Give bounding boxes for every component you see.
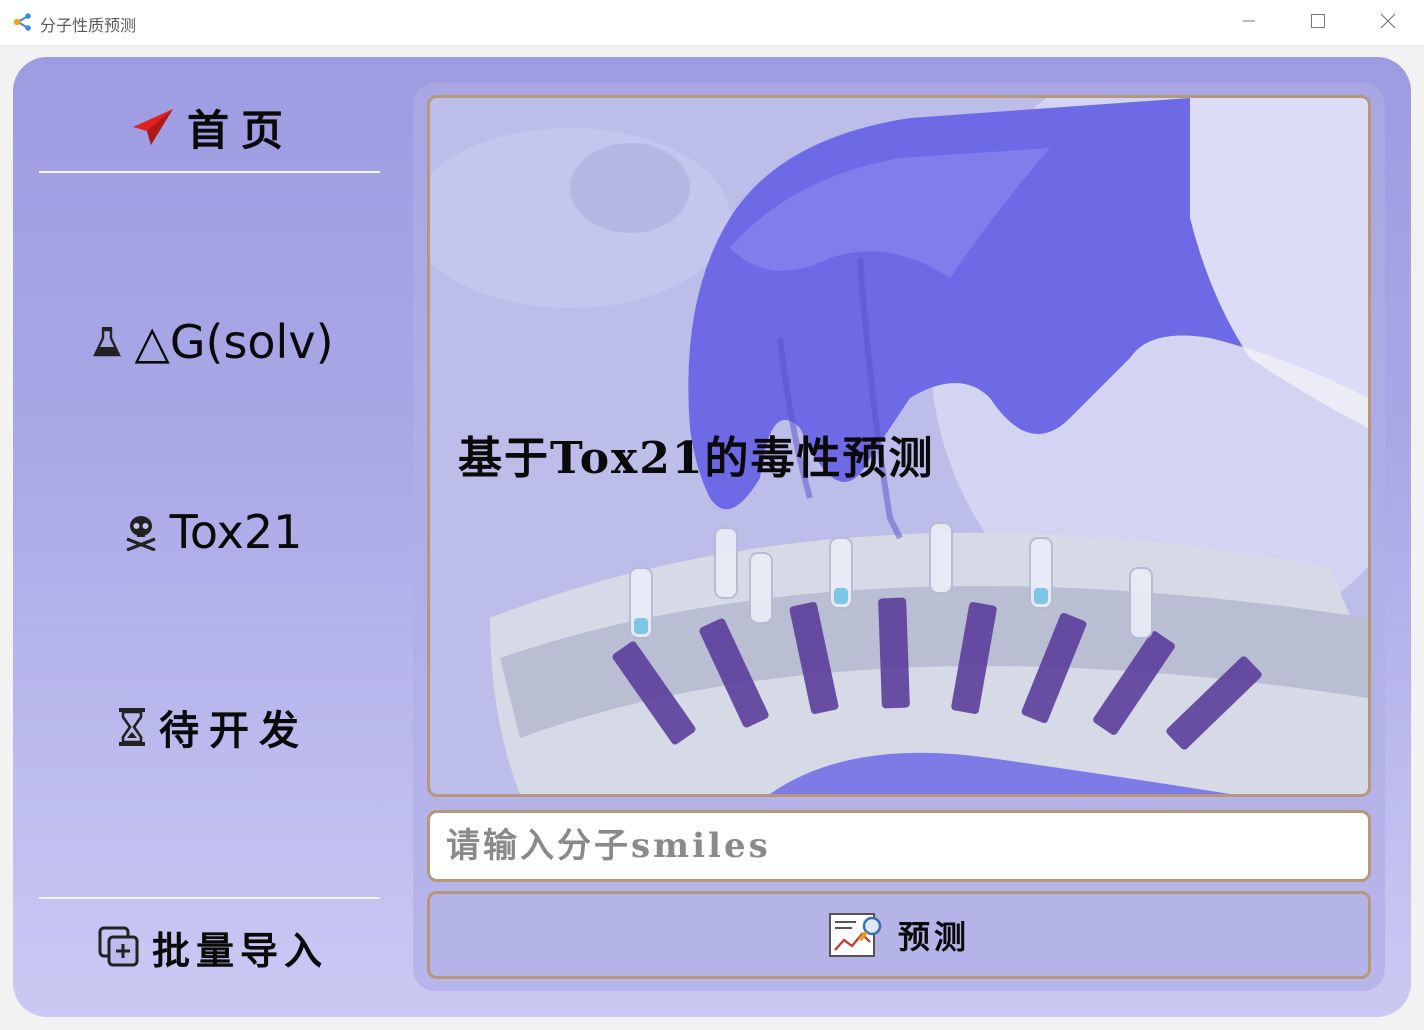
- flask-icon: [92, 325, 122, 359]
- nav-in-development-label: 待开发: [159, 707, 309, 754]
- nav-home[interactable]: 首页: [13, 97, 413, 157]
- predict-button[interactable]: 预测: [427, 891, 1371, 979]
- maximize-icon: [1310, 13, 1326, 33]
- minimize-button[interactable]: [1214, 0, 1284, 45]
- close-button[interactable]: [1353, 0, 1423, 45]
- predict-button-label: 预测: [897, 918, 970, 956]
- nav-in-development[interactable]: 待开发: [13, 697, 413, 757]
- close-icon: [1380, 13, 1396, 33]
- add-copy-icon: [98, 926, 140, 968]
- window-title: 分子性质预测: [40, 16, 137, 35]
- maximize-button[interactable]: [1283, 0, 1353, 45]
- hourglass-icon: [117, 707, 147, 747]
- paper-plane-icon: [131, 107, 175, 147]
- smiles-input[interactable]: [427, 810, 1371, 882]
- nav-dg-solv[interactable]: △G(solv): [13, 312, 413, 372]
- sidebar-divider-bottom: [39, 897, 380, 899]
- window-titlebar: 分子性质预测: [0, 0, 1424, 46]
- sidebar-divider: [39, 171, 380, 173]
- nav-tox21-label: Tox21: [169, 505, 303, 559]
- app-molecule-icon: [12, 11, 34, 33]
- nav-home-label: 首页: [186, 105, 295, 155]
- batch-import-button[interactable]: 批量导入: [13, 917, 413, 977]
- main-card: 首页 △G(solv) Tox21 待开发 批量导入 基于Tox21的毒性预测 …: [13, 57, 1411, 1017]
- skull-icon: [124, 513, 158, 551]
- chart-search-icon: [828, 912, 884, 958]
- batch-import-label: 批量导入: [151, 927, 328, 973]
- hero-title: 基于Tox21的毒性预测: [458, 433, 935, 484]
- nav-dg-solv-label: △G(solv): [134, 315, 334, 369]
- nav-tox21[interactable]: Tox21: [13, 502, 413, 562]
- hero-banner: 基于Tox21的毒性预测: [427, 95, 1371, 797]
- content-panel: 基于Tox21的毒性预测 预测: [413, 83, 1385, 991]
- minimize-icon: [1242, 13, 1256, 32]
